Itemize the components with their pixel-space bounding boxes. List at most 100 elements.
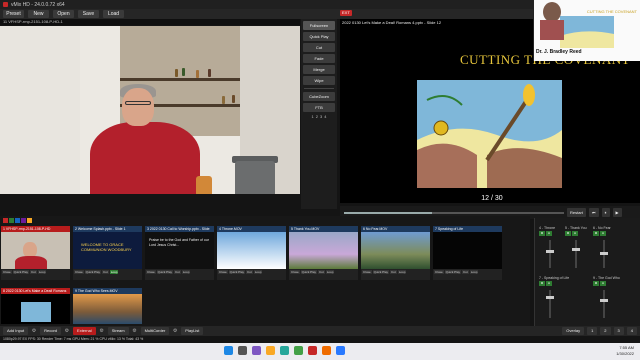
transition-4[interactable]: 4	[324, 114, 326, 119]
search-icon[interactable]	[238, 346, 247, 355]
overlay-button[interactable]: Overlay	[562, 327, 585, 335]
input-thumbnail[interactable]	[1, 294, 70, 324]
fader-knob[interactable]	[600, 252, 608, 255]
input-tile-7[interactable]: 7 Speaking of Life Close Quick Play Cut …	[433, 226, 502, 280]
input-thumbnail[interactable]: Praise be to the God and Father of our L…	[145, 232, 214, 269]
cut-button[interactable]: Cut	[30, 270, 37, 274]
loop-button[interactable]: Loop	[253, 270, 263, 274]
close-button[interactable]: Close	[218, 270, 228, 274]
cut-button[interactable]: Cut	[303, 43, 335, 52]
loop-button[interactable]: Loop	[397, 270, 407, 274]
gear-icon[interactable]: ⚙	[64, 327, 70, 335]
store-icon[interactable]	[294, 346, 303, 355]
restart-button[interactable]: Restart	[567, 208, 586, 217]
transition-3[interactable]: 3	[320, 114, 322, 119]
cut-button[interactable]: Cut	[318, 270, 325, 274]
preview-monitor[interactable]	[0, 26, 300, 194]
input-tile-9[interactable]: 9 The God Who Sees.MOV	[73, 288, 142, 324]
overlay-1-button[interactable]: 1	[587, 327, 598, 335]
input-tile-3[interactable]: 3 2022 0130 Call to Worship.pptx - Slide…	[145, 226, 214, 280]
volume-fader[interactable]	[575, 240, 577, 268]
loop-button[interactable]: Loop	[469, 270, 479, 274]
overlay-2-button[interactable]: 2	[600, 327, 611, 335]
mute-button[interactable]: M	[593, 231, 599, 236]
record-button[interactable]: Record	[40, 327, 62, 335]
input-thumbnail[interactable]	[361, 232, 430, 269]
overlay-3-button[interactable]: 3	[613, 327, 624, 335]
close-button[interactable]: Close	[362, 270, 372, 274]
gear-icon[interactable]: ⚙	[132, 327, 138, 335]
system-clock[interactable]: 7:55 AM 1/30/2022	[616, 345, 634, 357]
volume-fader[interactable]	[603, 290, 605, 318]
bus-a-button[interactable]: A	[600, 231, 606, 236]
close-button[interactable]: Close	[2, 270, 12, 274]
fader-knob[interactable]	[546, 296, 554, 299]
close-button[interactable]: Close	[434, 270, 444, 274]
input-tile-1[interactable]: 1 VFHSP-rmp-2151-108-P-HD Close Quick Pl…	[1, 226, 70, 280]
input-tile-6[interactable]: 6 No Fear.MOV Close Quick Play Cut Loop	[361, 226, 430, 280]
zoom-icon[interactable]	[336, 346, 345, 355]
cut-button[interactable]: Cut	[102, 270, 109, 274]
loop-button[interactable]: Loop	[109, 270, 119, 274]
quick-play-button[interactable]: Quick Play	[372, 270, 390, 274]
task-view-icon[interactable]	[252, 346, 261, 355]
quick-play-button[interactable]: Quick Play	[228, 270, 246, 274]
quick-play-button[interactable]: Quick Play	[300, 270, 318, 274]
transition-2[interactable]: 2	[316, 114, 318, 119]
bus-a-button[interactable]: A	[546, 231, 552, 236]
preset-button[interactable]: Preset	[3, 10, 24, 18]
mute-button[interactable]: M	[539, 281, 545, 286]
fader-knob[interactable]	[546, 250, 554, 253]
cut-button[interactable]: Cut	[174, 270, 181, 274]
color-filter-green[interactable]	[9, 218, 14, 223]
color-filter-purple[interactable]	[21, 218, 26, 223]
input-tile-5[interactable]: 5 Thank You.MOV Close Quick Play Cut Loo…	[289, 226, 358, 280]
color-filter-yellow[interactable]	[27, 218, 32, 223]
play-icon[interactable]: ▶	[612, 208, 622, 217]
input-thumbnail[interactable]	[433, 232, 502, 269]
overlay-4-button[interactable]: 4	[626, 327, 637, 335]
input-tile-4[interactable]: 4 Throne.MOV Close Quick Play Cut Loop	[217, 226, 286, 280]
stream-button[interactable]: Stream	[107, 327, 129, 335]
bus-a-button[interactable]: A	[572, 231, 578, 236]
close-button[interactable]: Close	[74, 270, 84, 274]
transition-1[interactable]: 1	[312, 114, 314, 119]
quick-play-button[interactable]: Quick Play	[303, 32, 335, 41]
save-button[interactable]: Save	[78, 10, 99, 18]
new-button[interactable]: New	[28, 10, 49, 18]
load-button[interactable]: Load	[103, 10, 124, 18]
loop-button[interactable]: Loop	[37, 270, 47, 274]
previous-icon[interactable]: ⏮	[588, 208, 599, 217]
fader-knob[interactable]	[572, 248, 580, 251]
gear-icon[interactable]: ⚙	[99, 327, 105, 335]
input-tile-2[interactable]: 2 Welcome Splash.pptx - Slide 1 WELCOME …	[73, 226, 142, 280]
output-scrub-bar[interactable]	[344, 211, 564, 214]
cut-button[interactable]: Cut	[246, 270, 253, 274]
cut-button[interactable]: Cut	[390, 270, 397, 274]
gear-icon[interactable]: ⚙	[172, 327, 178, 335]
edge-icon[interactable]	[280, 346, 289, 355]
open-button[interactable]: Open	[53, 10, 74, 18]
fullscreen-button[interactable]: Fullscreen	[303, 21, 335, 30]
cut-button[interactable]: Cut	[462, 270, 469, 274]
fade-button[interactable]: Fade	[303, 54, 335, 63]
mute-button[interactable]: M	[593, 281, 599, 286]
input-tile-8[interactable]: 8 2022 0130 Let's Make a Deal! Romans	[1, 288, 70, 324]
mute-button[interactable]: M	[565, 231, 571, 236]
bus-a-button[interactable]: A	[546, 281, 552, 286]
multicorder-button[interactable]: MultiCorder	[140, 327, 170, 335]
add-input-button[interactable]: Add Input	[3, 327, 29, 335]
powerpoint-icon[interactable]	[322, 346, 331, 355]
input-thumbnail[interactable]	[289, 232, 358, 269]
quick-play-button[interactable]: Quick Play	[156, 270, 174, 274]
input-thumbnail[interactable]	[217, 232, 286, 269]
gear-icon[interactable]: ⚙	[31, 327, 37, 335]
bus-a-button[interactable]: A	[600, 281, 606, 286]
quick-play-button[interactable]: Quick Play	[84, 270, 102, 274]
playlist-button[interactable]: PlayList	[181, 327, 204, 335]
fader-knob[interactable]	[600, 299, 608, 302]
close-button[interactable]: Close	[146, 270, 156, 274]
cubezoom-button[interactable]: CubeZoom	[303, 92, 335, 101]
quick-play-button[interactable]: Quick Play	[12, 270, 30, 274]
color-filter-red[interactable]	[3, 218, 8, 223]
